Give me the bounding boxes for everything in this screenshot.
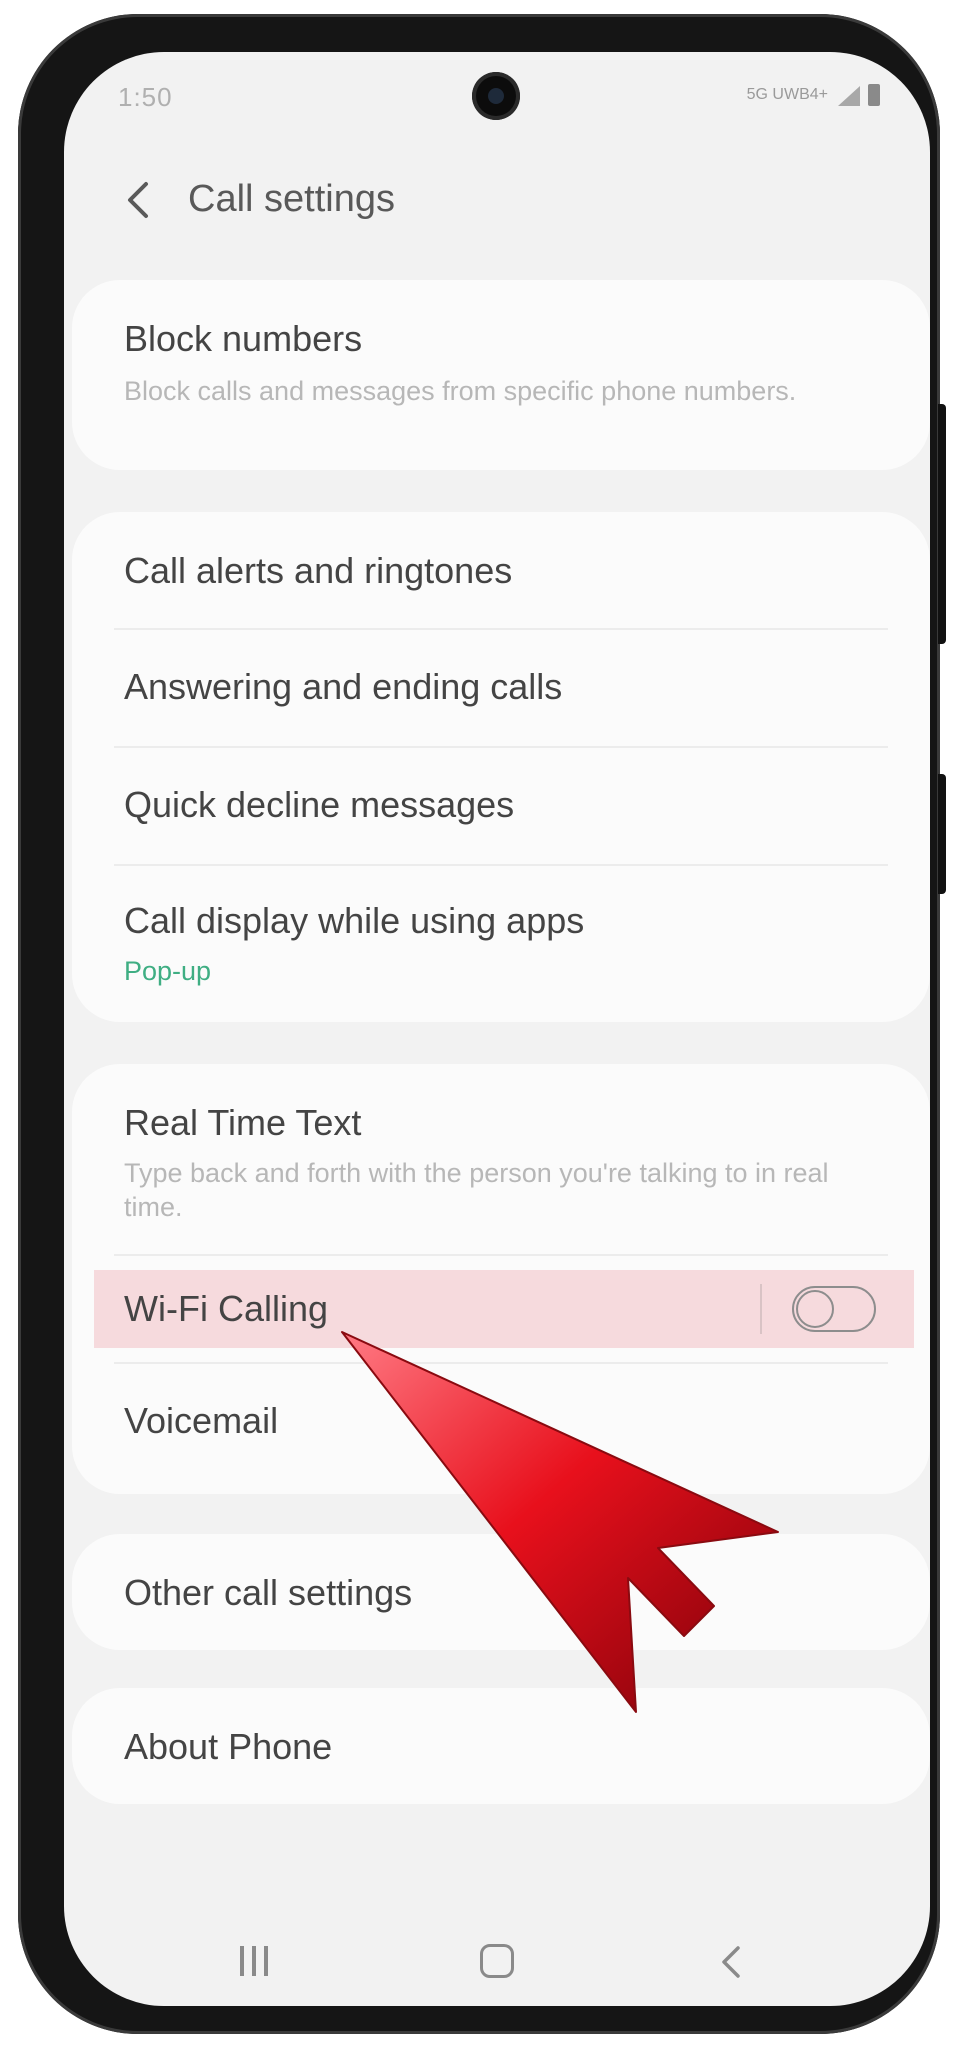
item-label: Real Time Text xyxy=(124,1102,362,1143)
item-label: Block numbers xyxy=(124,318,363,359)
toggle-separator xyxy=(760,1284,762,1334)
list-item-real-time-text[interactable]: Real Time Text Type back and forth with … xyxy=(72,1064,930,1254)
card-other: Other call settings xyxy=(72,1534,930,1650)
item-label: Other call settings xyxy=(124,1572,413,1613)
item-description: Block calls and messages from specific p… xyxy=(124,376,797,406)
recent-apps-icon[interactable] xyxy=(236,1942,272,1982)
item-label: About Phone xyxy=(124,1726,333,1767)
list-item-about-phone[interactable]: About Phone xyxy=(72,1688,930,1804)
home-icon[interactable] xyxy=(480,1944,514,1978)
list-item-other-call-settings[interactable]: Other call settings xyxy=(72,1534,930,1650)
list-item-answering-ending[interactable]: Answering and ending calls xyxy=(72,630,930,746)
navigation-bar xyxy=(64,1942,930,2002)
status-icons: 5G UWB4+ xyxy=(747,84,880,106)
network-label: 5G UWB4+ xyxy=(746,86,828,103)
status-time: 1:50 xyxy=(118,82,173,112)
list-item-voicemail[interactable]: Voicemail xyxy=(72,1364,930,1494)
card-about: About Phone xyxy=(72,1688,930,1804)
card-call-options: Call alerts and ringtones Answering and … xyxy=(72,512,930,1022)
phone-frame: 1:50 5G UWB4+ Call settings Block number… xyxy=(18,14,946,2034)
item-label: Call alerts and ringtones xyxy=(124,550,513,591)
signal-icon xyxy=(836,84,860,106)
toggle-knob xyxy=(796,1290,834,1328)
item-label: Answering and ending calls xyxy=(124,666,563,707)
item-value: Pop-up xyxy=(124,956,212,986)
list-item-wifi-calling[interactable]: Wi-Fi Calling xyxy=(72,1256,930,1362)
screen: 1:50 5G UWB4+ Call settings Block number… xyxy=(64,52,930,2006)
page-title: Call settings xyxy=(188,178,395,220)
item-description: Type back and forth with the person you'… xyxy=(124,1158,829,1222)
wifi-calling-toggle[interactable] xyxy=(792,1286,876,1332)
list-item-quick-decline[interactable]: Quick decline messages xyxy=(72,748,930,864)
back-arrow-icon[interactable] xyxy=(124,180,154,220)
power-button xyxy=(938,774,946,894)
card-block: Block numbers Block calls and messages f… xyxy=(72,280,930,470)
stage: 1:50 5G UWB4+ Call settings Block number… xyxy=(0,0,953,2048)
list-item-call-alerts[interactable]: Call alerts and ringtones xyxy=(72,512,930,628)
item-label: Wi-Fi Calling xyxy=(124,1288,329,1329)
battery-icon xyxy=(868,84,880,106)
front-camera xyxy=(472,72,520,120)
nav-back-icon[interactable] xyxy=(718,1942,744,1982)
app-header: Call settings xyxy=(64,162,930,242)
item-label: Voicemail xyxy=(124,1400,279,1441)
item-label: Quick decline messages xyxy=(124,784,515,825)
item-label: Call display while using apps xyxy=(124,900,585,941)
card-calling-features: Real Time Text Type back and forth with … xyxy=(72,1064,930,1494)
side-button xyxy=(938,404,946,644)
list-item-block-numbers[interactable]: Block numbers Block calls and messages f… xyxy=(72,280,930,470)
list-item-call-display[interactable]: Call display while using apps Pop-up xyxy=(72,866,930,1022)
